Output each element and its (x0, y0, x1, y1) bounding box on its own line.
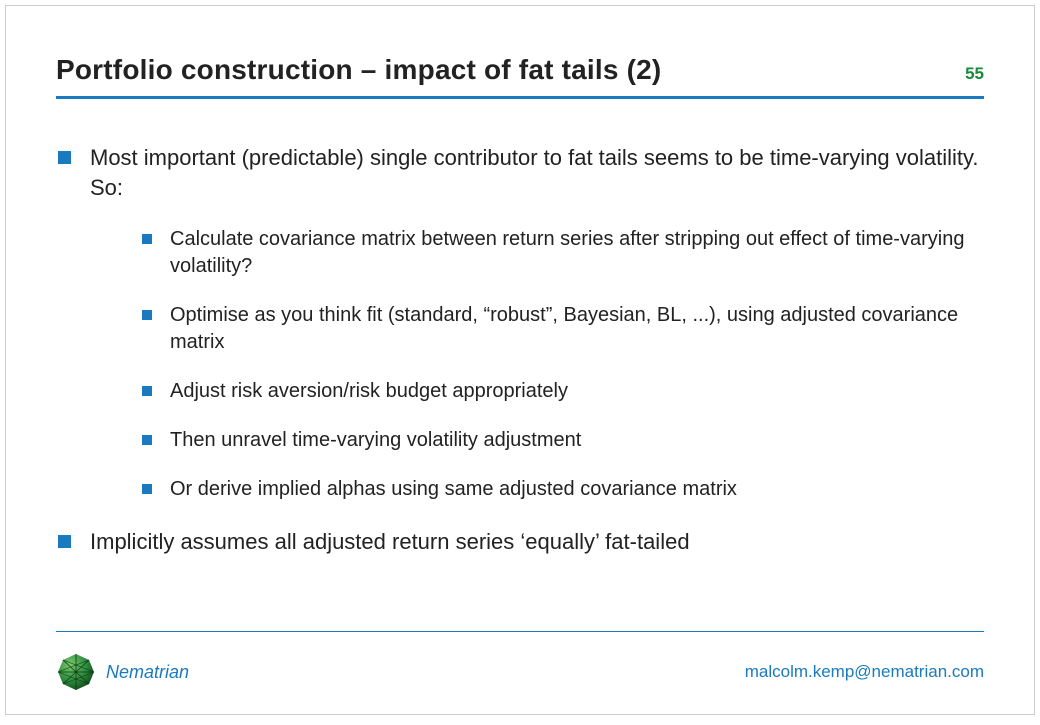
page-number: 55 (965, 64, 984, 84)
footer: Nematrian malcolm.kemp@nematrian.com (56, 652, 984, 692)
contact-email: malcolm.kemp@nematrian.com (745, 662, 984, 682)
slide-title: Portfolio construction – impact of fat t… (56, 54, 661, 86)
content-area: Most important (predictable) single cont… (56, 143, 984, 557)
nematrian-logo-icon (56, 652, 96, 692)
slide-container: Portfolio construction – impact of fat t… (5, 5, 1035, 715)
bullet-text: Most important (predictable) single cont… (90, 145, 979, 200)
sub-bullet-item: Or derive implied alphas using same adju… (142, 476, 984, 503)
bullet-list-level2: Calculate covariance matrix between retu… (142, 226, 984, 503)
sub-bullet-item: Then unravel time-varying volatility adj… (142, 427, 984, 454)
sub-bullet-text: Or derive implied alphas using same adju… (170, 478, 737, 500)
sub-bullet-text: Optimise as you think fit (standard, “ro… (170, 304, 958, 353)
header-row: Portfolio construction – impact of fat t… (56, 54, 984, 86)
footer-left: Nematrian (56, 652, 189, 692)
title-rule (56, 96, 984, 99)
sub-bullet-text: Then unravel time-varying volatility adj… (170, 429, 581, 451)
sub-bullet-text: Adjust risk aversion/risk budget appropr… (170, 380, 568, 402)
sub-bullet-item: Optimise as you think fit (standard, “ro… (142, 302, 984, 356)
brand-name: Nematrian (106, 662, 189, 683)
sub-bullet-item: Adjust risk aversion/risk budget appropr… (142, 378, 984, 405)
bullet-list-level1: Most important (predictable) single cont… (56, 143, 984, 557)
footer-rule (56, 631, 984, 632)
sub-bullet-text: Calculate covariance matrix between retu… (170, 228, 964, 277)
sub-bullet-item: Calculate covariance matrix between retu… (142, 226, 984, 280)
bullet-item: Implicitly assumes all adjusted return s… (56, 527, 984, 557)
bullet-text: Implicitly assumes all adjusted return s… (90, 529, 690, 554)
bullet-item: Most important (predictable) single cont… (56, 143, 984, 503)
